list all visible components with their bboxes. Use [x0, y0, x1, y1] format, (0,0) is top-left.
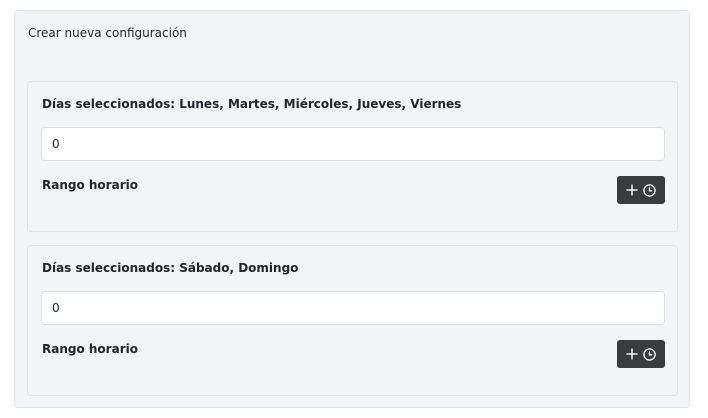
selected-days-label: Días seleccionados: Sábado, Domingo — [42, 261, 299, 275]
config-card-weekend: Días seleccionados: Sábado, Domingo Rang… — [27, 245, 678, 396]
plus-icon — [626, 348, 638, 360]
clock-icon — [643, 183, 656, 197]
panel-title: Crear nueva configuración — [28, 26, 187, 40]
plus-icon — [626, 184, 638, 196]
clock-icon — [643, 347, 656, 361]
time-range-label: Rango horario — [42, 342, 138, 356]
create-config-panel: Crear nueva configuración Días seleccion… — [14, 10, 690, 408]
selected-days-label: Días seleccionados: Lunes, Martes, Miérc… — [42, 97, 462, 111]
add-time-range-button[interactable] — [617, 176, 665, 204]
time-range-label: Rango horario — [42, 178, 138, 192]
add-time-range-button[interactable] — [617, 340, 665, 368]
value-input[interactable] — [41, 127, 665, 161]
value-input[interactable] — [41, 291, 665, 325]
config-card-weekdays: Días seleccionados: Lunes, Martes, Miérc… — [27, 81, 678, 232]
